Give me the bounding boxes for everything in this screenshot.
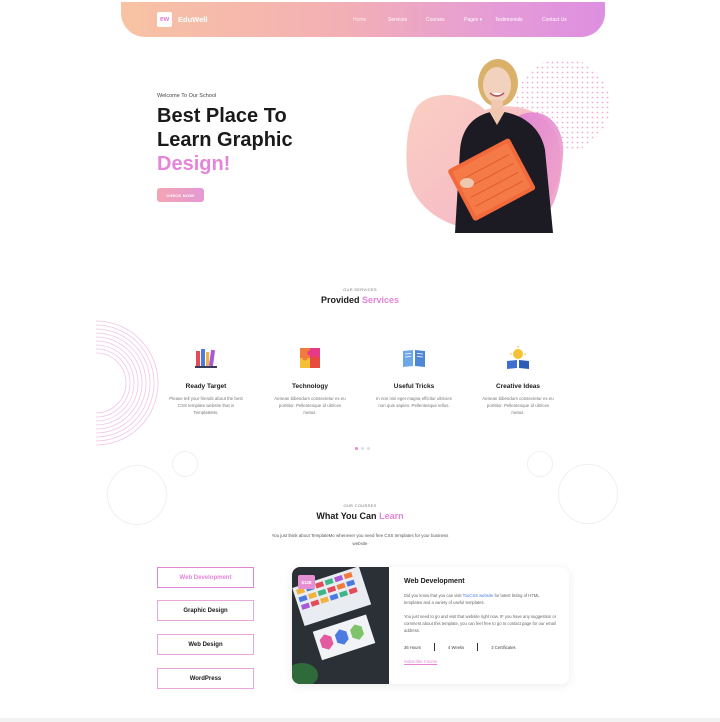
woman-face <box>483 67 511 103</box>
tab-web-design[interactable]: Web Design <box>157 634 254 655</box>
logo[interactable]: ew EduWell <box>157 12 207 27</box>
service-title: Creative Ideas <box>495 383 541 390</box>
open-book-icon <box>403 350 425 367</box>
nav-courses[interactable]: Courses <box>426 17 445 23</box>
services-title-accent: Services <box>361 295 400 305</box>
hero-illustration <box>406 58 610 233</box>
courses-tag: OUR COURSES <box>343 503 377 508</box>
course-card-paragraph-2: You just need to go and visit that websi… <box>404 614 557 633</box>
hero-title-line1: Best Place To <box>157 105 287 127</box>
idea-book-icon <box>507 346 529 369</box>
stat-divider <box>434 643 435 651</box>
carousel-dot[interactable] <box>361 447 364 450</box>
page-bottom-divider <box>0 718 720 722</box>
woman-neck <box>491 100 503 112</box>
course-card: $128 Web Development Did you know that y… <box>292 567 569 684</box>
woman-hand <box>460 178 474 188</box>
logo-text: EduWell <box>178 15 208 24</box>
services-title-plain: Provided <box>320 295 360 305</box>
header-bar: ew EduWell Home Services Courses Pages ▾… <box>121 2 605 37</box>
service-card-creative-ideas[interactable]: Creative Ideas Aenean bibendum consectet… <box>480 345 556 416</box>
subscribe-course-link[interactable]: Subscribe Course <box>404 659 558 664</box>
nav-testimonials[interactable]: Testimonials <box>495 17 535 23</box>
tab-wordpress[interactable]: WordPress <box>157 668 254 689</box>
course-card-paragraph-1: Did you know that you can visit TooCSS w… <box>404 592 558 606</box>
tab-web-development[interactable]: Web Development <box>157 567 254 588</box>
stat-weeks: 4 Weeks <box>448 644 465 650</box>
carousel-dot[interactable] <box>367 447 370 450</box>
hero-welcome: Welcome To Our School <box>157 93 217 99</box>
price-badge: $128 <box>298 575 315 589</box>
paragraph-text: Did you know that you can visit <box>404 593 463 598</box>
check-now-button[interactable]: CHECK NOW! <box>157 188 204 202</box>
stat-hours: 36 Hours <box>404 644 421 650</box>
service-desc: Aenean bibendum consectetur ex eu portti… <box>274 396 346 415</box>
stat-certificates: 3 Certificates <box>491 644 516 650</box>
service-desc: Please tell your friends about the best … <box>169 396 243 415</box>
hero-title-line2: Learn Graphic <box>157 129 293 151</box>
nav-home[interactable]: Home <box>353 17 366 23</box>
decorative-circle <box>107 465 167 525</box>
courses-title-accent: Learn <box>379 511 404 521</box>
decorative-circle <box>558 464 618 524</box>
courses-subtitle: You just think about TemplateMo whenever… <box>271 533 449 546</box>
books-icon <box>195 349 217 368</box>
service-card-useful-tricks[interactable]: Useful Tricks In non nisi eget magna eff… <box>376 345 452 409</box>
tab-graphic-design[interactable]: Graphic Design <box>157 600 254 621</box>
service-title: Useful Tricks <box>393 383 435 390</box>
carousel-dots <box>355 447 370 450</box>
service-card-technology[interactable]: Technology Aenean bibendum consectetur e… <box>272 345 348 416</box>
service-title: Technology <box>292 383 328 390</box>
course-card-title: Web Development <box>404 578 465 585</box>
stat-divider <box>477 643 479 651</box>
course-stats: 36 Hours 4 Weeks 3 Certificates <box>404 643 558 651</box>
service-title: Ready Target <box>185 383 227 390</box>
service-desc: In non nisi eget magna efficitur ultrici… <box>376 396 452 408</box>
nav-contact[interactable]: Contact Us <box>542 17 582 23</box>
nav-pages[interactable]: Pages ▾ <box>464 17 482 23</box>
logo-badge: ew <box>157 12 172 27</box>
course-card-body: Web Development Did you know that you ca… <box>404 578 558 664</box>
page: ew EduWell Home Services Courses Pages ▾… <box>0 0 720 722</box>
service-desc: Aenean bibendum consectetur ex eu portti… <box>482 396 554 415</box>
decorative-circle <box>527 451 553 477</box>
services-title: Provided Services <box>260 295 460 305</box>
nav-services[interactable]: Services <box>388 17 407 23</box>
courses-title: What You Can Learn <box>260 511 460 521</box>
puzzle-icon <box>300 348 320 368</box>
decorative-circle <box>172 451 198 477</box>
hero-title: Best Place To Learn Graphic Design! <box>157 104 293 176</box>
courses-title-plain: What You Can <box>316 511 377 521</box>
services-tag: OUR SERVICES <box>343 287 377 292</box>
carousel-dot[interactable] <box>355 447 358 450</box>
service-card-ready-target[interactable]: Ready Target Please tell your friends ab… <box>168 345 244 416</box>
toocss-link[interactable]: TooCSS website <box>463 593 494 598</box>
hero-title-accent: Design! <box>157 153 231 175</box>
concentric-lines-decoration <box>96 320 159 446</box>
